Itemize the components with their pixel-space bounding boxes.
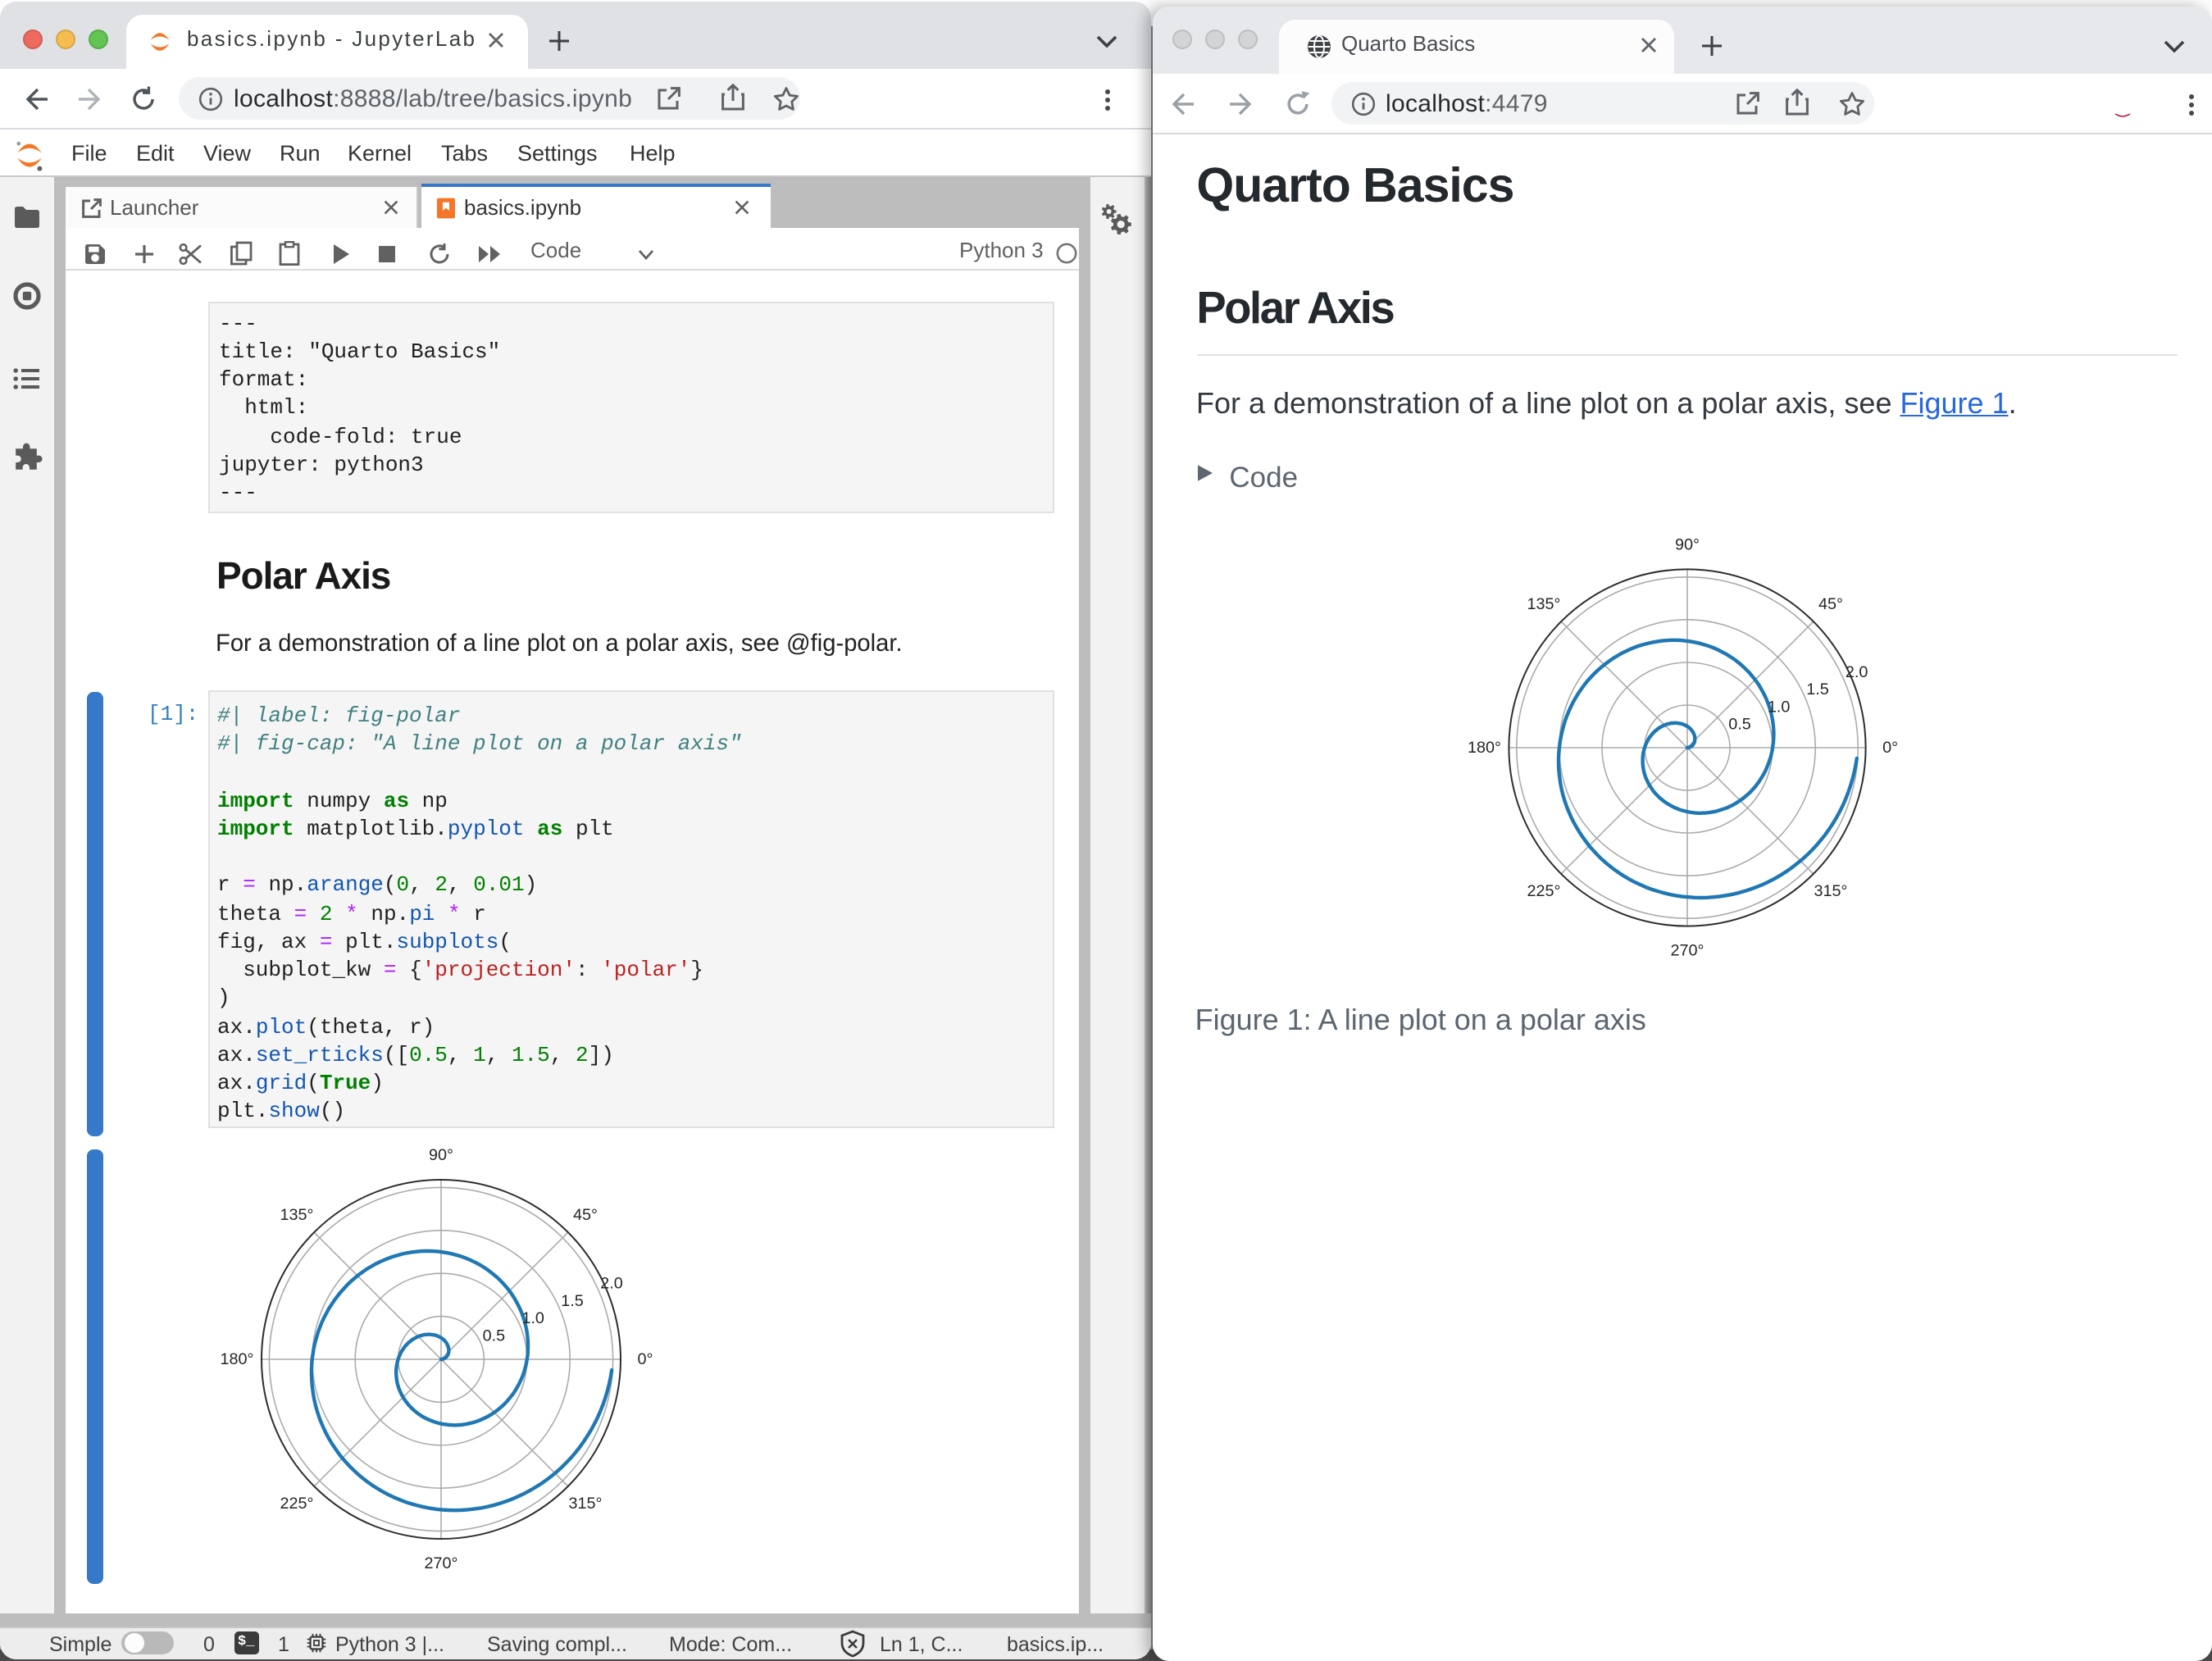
svg-text:2.0: 2.0 <box>600 1273 623 1291</box>
svg-text:1.0: 1.0 <box>1767 698 1790 716</box>
svg-text:180°: 180° <box>221 1349 254 1367</box>
svg-text:225°: 225° <box>280 1494 314 1512</box>
svg-text:2.0: 2.0 <box>1845 663 1868 681</box>
svg-text:135°: 135° <box>1527 595 1560 613</box>
svg-text:135°: 135° <box>280 1205 314 1223</box>
svg-text:315°: 315° <box>569 1494 603 1512</box>
svg-text:315°: 315° <box>1814 882 1847 900</box>
svg-text:180°: 180° <box>1467 739 1500 757</box>
svg-text:1.5: 1.5 <box>1805 680 1828 699</box>
svg-text:0°: 0° <box>1882 739 1897 757</box>
svg-text:1.0: 1.0 <box>521 1308 544 1327</box>
svg-text:270°: 270° <box>425 1554 458 1572</box>
svg-text:0.5: 0.5 <box>483 1326 506 1344</box>
svg-text:90°: 90° <box>1674 535 1699 553</box>
svg-text:0.5: 0.5 <box>1727 716 1750 734</box>
svg-text:45°: 45° <box>573 1205 598 1223</box>
svg-text:90°: 90° <box>429 1145 453 1163</box>
svg-text:0°: 0° <box>638 1349 653 1367</box>
svg-text:45°: 45° <box>1818 595 1842 613</box>
svg-text:270°: 270° <box>1670 942 1704 960</box>
svg-text:1.5: 1.5 <box>561 1291 584 1309</box>
svg-text:225°: 225° <box>1527 882 1560 900</box>
